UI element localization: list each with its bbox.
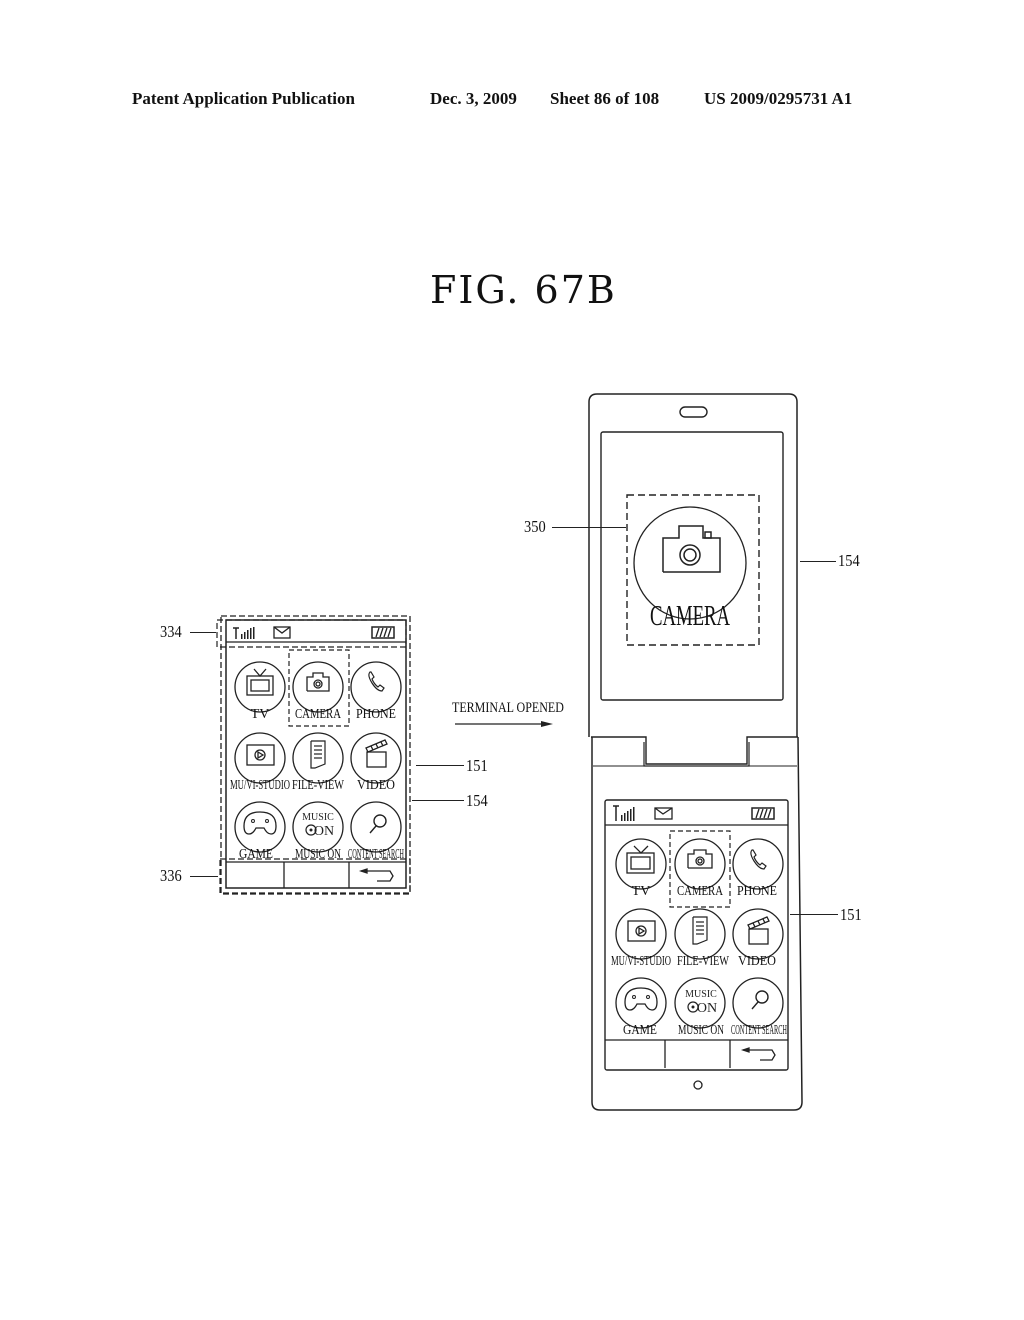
message-envelope-icon [654,807,673,820]
menu-label-phone: PHONE [737,884,777,899]
large-camera-icon [662,525,721,573]
earpiece-speaker [679,406,708,418]
svg-text:ON: ON [697,1001,717,1016]
phone-handset-icon [750,849,767,870]
home-button [693,1080,703,1090]
leader-154-open [800,561,836,562]
lower-housing [591,736,803,1111]
media-play-icon [627,920,656,942]
menu-label-tv: TV [632,884,651,899]
document-icon [692,916,708,945]
ref-154-open: 154 [838,551,860,570]
ref-151-open: 151 [840,905,862,924]
back-arrow-icon [740,1047,776,1061]
leader-350 [552,527,626,528]
large-camera-label: CAMERA [650,601,731,632]
upper-display-154 [600,431,784,701]
hinge-top [591,736,798,765]
menu-circle-studio [615,908,667,960]
battery-icon [751,807,775,820]
upper-housing [588,393,798,737]
gamepad-icon [624,987,658,1011]
open-terminal-drawing: CAMERA MUSIC ON TV CAMERA PHONE MU/VI-ST… [588,393,803,1111]
camera-icon [687,849,713,869]
menu-label-music: MUSIC ON [678,1023,724,1038]
menu-circle-tv [615,838,667,890]
tv-icon [626,845,655,874]
music-on-icon: MUSIC ON [685,989,717,1016]
menu-circle-camera [674,838,726,890]
leader-151-open [790,914,838,915]
clapperboard-icon [747,916,770,945]
menu-label-search: CONTENT SEARCH [731,1023,787,1038]
menu-label-fileview: FILE-VIEW [677,954,730,969]
svg-text:MUSIC: MUSIC [685,989,717,1000]
menu-label-video: VIDEO [738,954,776,969]
signal-strength-icon [613,805,635,821]
menu-circle-game [615,977,667,1029]
menu-label-studio: MU/VI-STUDIO [611,954,671,969]
menu-label-game: GAME [623,1023,657,1038]
ref-350: 350 [524,517,546,536]
magnifier-icon [751,990,769,1010]
menu-circle-video [732,908,784,960]
menu-label-camera: CAMERA [677,884,724,899]
